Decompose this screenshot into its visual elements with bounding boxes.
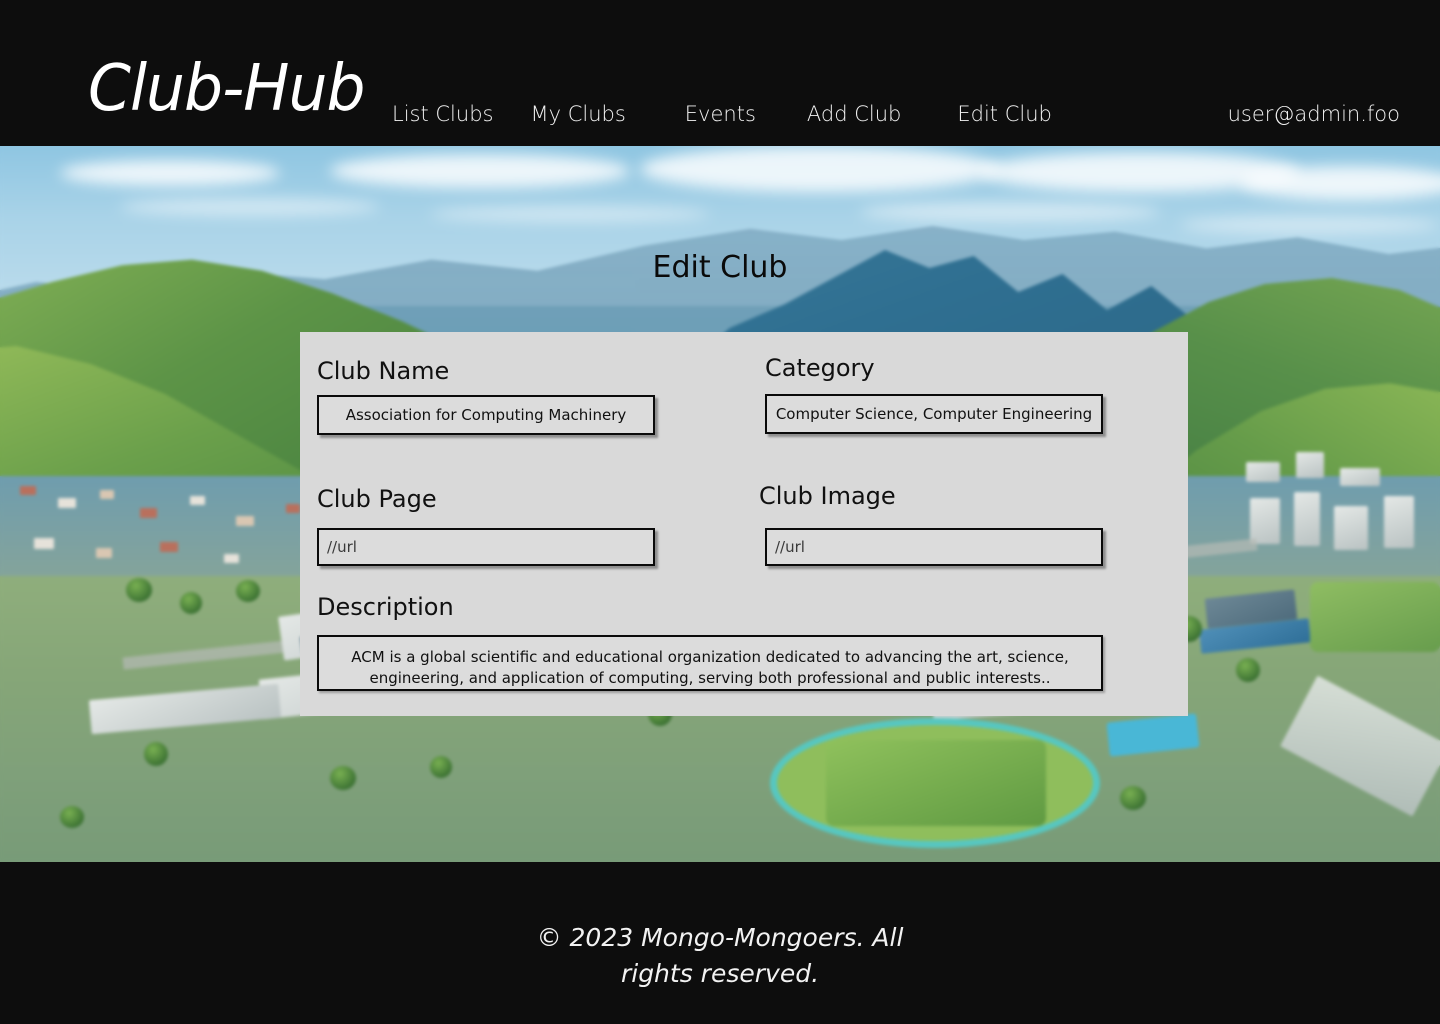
sports-field-shape (826, 740, 1046, 826)
tree-shape (1236, 658, 1260, 682)
tree-shape (180, 592, 202, 614)
page-title: Edit Club (652, 250, 788, 285)
house-shape (140, 508, 157, 518)
building-shape (1246, 462, 1280, 482)
app-root: Edit Club Club Name Association for Comp… (0, 0, 1440, 1024)
building-shape (1294, 492, 1320, 546)
club-image-placeholder: //url (775, 538, 805, 556)
label-category: Category (765, 354, 875, 382)
club-page-placeholder: //url (327, 538, 357, 556)
cloud-shape (860, 202, 1160, 222)
category-value: Computer Science, Computer Engineering (775, 405, 1093, 423)
cloud-shape (60, 160, 280, 186)
cloud-shape (120, 198, 380, 216)
building-shape (1334, 506, 1368, 550)
label-club-page: Club Page (317, 485, 437, 513)
house-shape (190, 496, 205, 505)
cloud-shape (640, 146, 1000, 192)
club-page-input[interactable]: //url (317, 528, 655, 566)
building-shape (1296, 452, 1324, 478)
building-shape (1250, 498, 1280, 544)
house-shape (286, 504, 300, 513)
house-shape (20, 486, 36, 495)
tree-shape (1120, 786, 1146, 810)
nav-list-clubs[interactable]: List Clubs (392, 100, 493, 128)
nav-edit-club[interactable]: Edit Club (957, 100, 1051, 128)
footer-copyright: © 2023 Mongo-Mongoers. All rights reserv… (536, 923, 904, 988)
nav-events[interactable]: Events (685, 100, 756, 128)
building-shape (1384, 496, 1414, 548)
house-shape (100, 490, 114, 499)
label-club-image: Club Image (759, 482, 896, 510)
category-input[interactable]: Computer Science, Computer Engineering (765, 394, 1103, 434)
club-name-input[interactable]: Association for Computing Machinery (317, 395, 655, 435)
nav-add-club[interactable]: Add Club (807, 100, 901, 128)
house-shape (58, 498, 76, 508)
nav-my-clubs[interactable]: My Clubs (530, 100, 625, 128)
house-shape (96, 548, 112, 558)
house-shape (160, 542, 178, 552)
description-textarea[interactable]: ACM is a global scientific and education… (317, 635, 1103, 691)
tree-shape (126, 578, 152, 602)
building-shape (1340, 468, 1380, 486)
club-name-value: Association for Computing Machinery (345, 406, 627, 424)
label-club-name: Club Name (317, 357, 450, 385)
tree-shape (60, 806, 84, 828)
cloud-shape (330, 154, 630, 188)
sports-field-shape (1310, 582, 1440, 652)
house-shape (236, 516, 254, 526)
user-account-menu[interactable]: user@admin.foo (1228, 100, 1400, 128)
cloud-shape (1180, 216, 1440, 234)
house-shape (34, 538, 54, 549)
tree-shape (430, 756, 452, 778)
cloud-shape (430, 206, 710, 222)
house-shape (224, 554, 239, 563)
club-image-input[interactable]: //url (765, 528, 1103, 566)
main-navigation: List Clubs My Clubs Events Add Club Edit… (392, 100, 1052, 128)
site-header: Club-Hub List Clubs My Clubs Events Add … (0, 0, 1440, 146)
edit-club-form-panel: Club Name Association for Computing Mach… (300, 332, 1188, 716)
label-description: Description (317, 593, 454, 621)
tree-shape (144, 742, 168, 766)
site-footer: © 2023 Mongo-Mongoers. All rights reserv… (0, 862, 1440, 1024)
tree-shape (236, 580, 260, 602)
brand-logo[interactable]: Club-Hub (88, 52, 366, 126)
tree-shape (330, 766, 356, 790)
